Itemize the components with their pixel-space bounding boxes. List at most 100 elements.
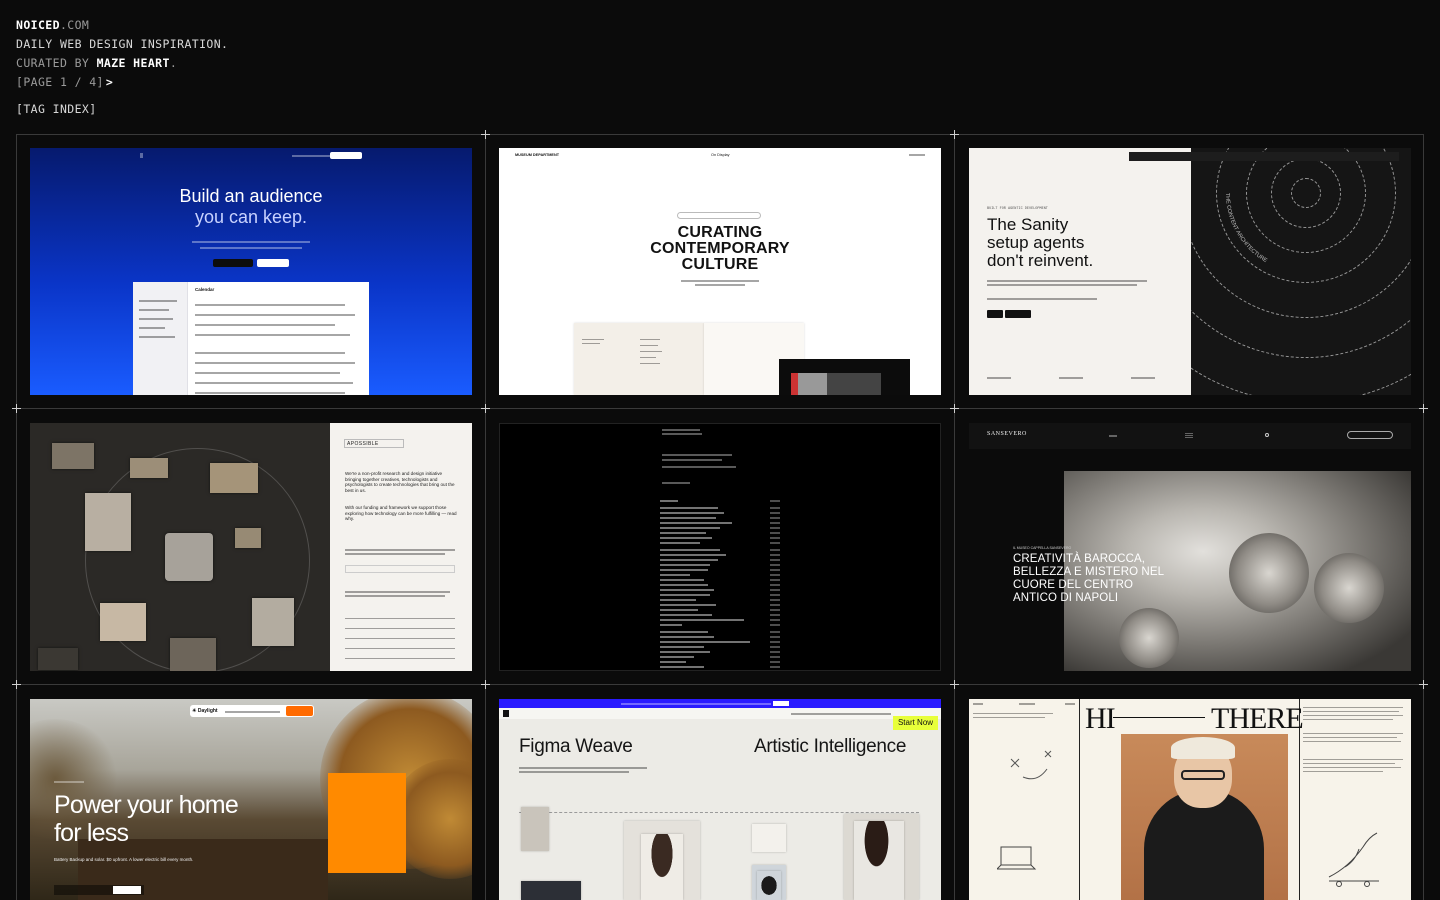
card-headline-right: Artistic Intelligence bbox=[754, 736, 907, 757]
list-item-meta bbox=[770, 584, 780, 586]
list-item-meta bbox=[770, 500, 780, 502]
list-item-meta bbox=[770, 527, 780, 529]
grid-cross-icon bbox=[950, 680, 959, 689]
list-item bbox=[660, 594, 710, 596]
card-panel-line bbox=[345, 658, 455, 659]
grid-cross-icon bbox=[950, 404, 959, 413]
list-item bbox=[660, 651, 710, 653]
list-item bbox=[660, 522, 732, 524]
inspiration-card-sanity[interactable]: BUILT FOR AGENTIC DEVELOPMENT The Sanity… bbox=[969, 148, 1411, 395]
tag-index-link[interactable]: [TAG INDEX] bbox=[16, 100, 228, 119]
list-item-meta bbox=[770, 636, 780, 638]
card-subtext bbox=[681, 280, 759, 282]
card-paper-line bbox=[640, 339, 660, 340]
card-subtext bbox=[695, 284, 745, 286]
card-headline: Power your home for less bbox=[54, 791, 239, 847]
card-collage-item bbox=[130, 458, 168, 478]
card-header-line bbox=[662, 433, 702, 435]
list-item bbox=[660, 569, 708, 571]
inspiration-card-dark-list[interactable] bbox=[499, 423, 941, 671]
card-headline: Build an audience you can keep. bbox=[30, 186, 472, 228]
inspiration-card-figma-weave[interactable]: Start Now Figma Weave Artistic Intellige… bbox=[499, 699, 941, 900]
card-intro-line bbox=[662, 466, 736, 468]
doodle-face-icon bbox=[1010, 750, 1052, 780]
curator-link[interactable]: MAZE HEART bbox=[97, 56, 170, 70]
card-logo: APOSSIBLE bbox=[347, 441, 379, 447]
card-intro-text: We're a non-profit research and design i… bbox=[345, 471, 455, 493]
doodle-mouse-icon bbox=[1328, 832, 1379, 887]
card-app-title: Calendar bbox=[195, 287, 215, 292]
tagline: DAILY WEB DESIGN INSPIRATION. bbox=[16, 37, 229, 51]
svg-text:THE CONTENT ARCHITECTURE: THE CONTENT ARCHITECTURE bbox=[1224, 193, 1268, 264]
card-nav: SANSEVERO bbox=[969, 423, 1411, 449]
inspiration-card-sansevero[interactable]: SANSEVERO IL MUSEO CAPPELLA SANSEVERO CR… bbox=[969, 423, 1411, 671]
card-kicker: IL MUSEO CAPPELLA SANSEVERO bbox=[1013, 546, 1072, 550]
card-headline-line: CURATING bbox=[677, 224, 763, 241]
list-item bbox=[660, 517, 716, 519]
list-item-meta bbox=[770, 542, 780, 544]
list-item-meta bbox=[770, 569, 780, 571]
list-item-meta bbox=[770, 579, 780, 581]
card-headline-line: for less bbox=[54, 819, 129, 847]
brand-line[interactable]: NOICED.COM bbox=[16, 16, 228, 35]
list-item-meta bbox=[770, 559, 780, 561]
card-paper-line bbox=[582, 339, 604, 340]
card-headline: CURATING CONTEMPORARY CULTURE bbox=[499, 225, 941, 273]
grid-cross-icon bbox=[1419, 404, 1428, 413]
card-nav-title: On Display bbox=[711, 153, 730, 157]
grid-line-h bbox=[16, 134, 1424, 135]
card-sculpture-rose bbox=[1229, 533, 1309, 613]
inspiration-card-hi-there[interactable]: HI THERE bbox=[969, 699, 1411, 900]
inspiration-card-daylight[interactable]: ☀ Daylight Power your home for less Batt… bbox=[30, 699, 472, 900]
card-sculpture-rose bbox=[1314, 553, 1384, 623]
card-headline-line: don't reinvent. bbox=[987, 251, 1094, 270]
card-app-row bbox=[139, 300, 177, 302]
card-nav-item bbox=[1109, 435, 1117, 437]
list-item bbox=[660, 589, 714, 591]
card-header-meta bbox=[1065, 703, 1075, 705]
card-headline-line: ANTICO DI NAPOLI bbox=[1013, 592, 1119, 604]
card-filter-pill bbox=[677, 212, 761, 219]
card-spiral-panel: THE CONTENT ARCHITECTURE bbox=[1191, 148, 1411, 395]
card-right-text bbox=[1303, 719, 1393, 720]
brand-name[interactable]: NOICED bbox=[16, 18, 60, 32]
list-item-meta bbox=[770, 517, 780, 519]
pagination: [PAGE 1 / 4] > bbox=[16, 73, 228, 92]
list-item-meta bbox=[770, 512, 780, 514]
card-collage-item bbox=[210, 463, 258, 493]
list-item bbox=[660, 564, 710, 566]
list-item-meta bbox=[770, 574, 780, 576]
inspiration-card-curating-contemporary-culture[interactable]: MUSEUM DEPARTMENT On Display CURATING CO… bbox=[499, 148, 941, 395]
card-headline-line: Power your home bbox=[54, 791, 239, 819]
search-icon bbox=[1265, 433, 1269, 437]
brand-suffix[interactable]: .COM bbox=[60, 18, 89, 32]
card-app-row bbox=[195, 334, 350, 336]
card-cta-button bbox=[213, 259, 253, 267]
list-item-meta bbox=[770, 614, 780, 616]
card-cta-button bbox=[987, 310, 1003, 318]
card-orange-block bbox=[328, 773, 406, 873]
card-intro-line bbox=[662, 454, 732, 456]
card-app-preview: Calendar bbox=[133, 282, 369, 395]
card-app-row bbox=[195, 392, 345, 394]
next-page-button[interactable]: > bbox=[106, 75, 113, 89]
card-app-row bbox=[139, 336, 175, 338]
list-item-meta bbox=[770, 624, 780, 626]
page-indicator: [PAGE 1 / 4] bbox=[16, 75, 104, 89]
list-item-meta bbox=[770, 599, 780, 601]
card-app-row bbox=[195, 362, 355, 364]
card-logo-mark bbox=[140, 153, 143, 158]
card-tabs bbox=[662, 482, 690, 484]
card-app-row bbox=[139, 327, 165, 329]
card-subtext bbox=[987, 280, 1147, 282]
card-panel-line bbox=[345, 628, 455, 629]
list-item-meta bbox=[770, 609, 780, 611]
list-item-meta bbox=[770, 641, 780, 643]
card-start-now-button: Start Now bbox=[893, 716, 938, 730]
list-item bbox=[660, 666, 704, 668]
list-item bbox=[660, 636, 714, 638]
inspiration-card-build-an-audience[interactable]: Build an audience you can keep. Calendar bbox=[30, 148, 472, 395]
grid-cross-icon bbox=[12, 680, 21, 689]
card-node-image bbox=[521, 807, 549, 851]
inspiration-card-a-possible[interactable]: APOSSIBLE We're a non-profit research an… bbox=[30, 423, 472, 671]
